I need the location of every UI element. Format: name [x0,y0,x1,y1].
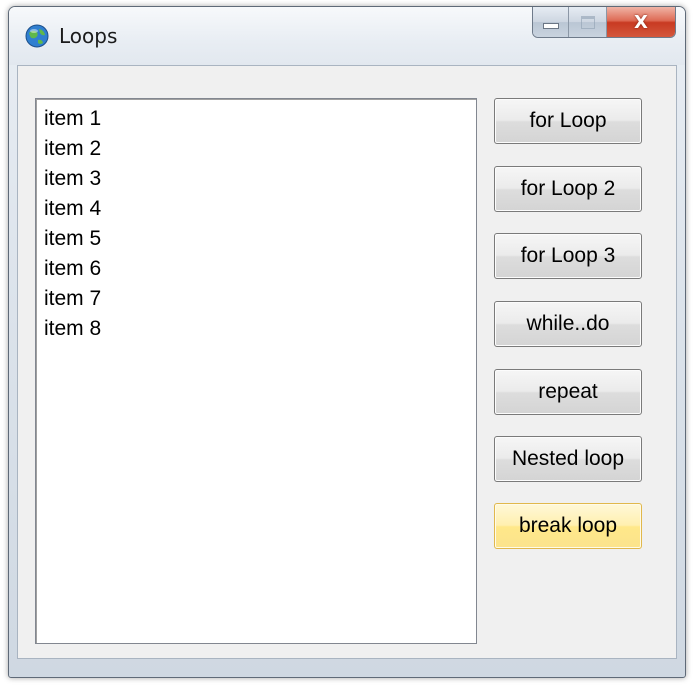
nested-loop-button[interactable]: Nested loop [494,436,642,482]
list-item[interactable]: item 5 [44,224,476,254]
client-area: item 1 item 2 item 3 item 4 item 5 item … [17,65,677,659]
list-item[interactable]: item 2 [44,134,476,164]
loops-window: Loops X item 1 item 2 item 3 item 4 item… [8,6,686,678]
list-item[interactable]: item 3 [44,164,476,194]
minimize-icon [542,23,559,29]
caption-buttons: X [532,7,676,38]
repeat-button[interactable]: repeat [494,369,642,415]
break-loop-button[interactable]: break loop [494,503,642,549]
window-title: Loops [59,24,118,48]
for-loop-button[interactable]: for Loop [494,98,642,144]
close-button[interactable]: X [607,7,675,37]
globe-app-icon [25,24,49,48]
close-icon: X [634,11,648,33]
title-bar[interactable]: Loops X [9,7,685,65]
while-do-button[interactable]: while..do [494,301,642,347]
list-item[interactable]: item 8 [44,314,476,344]
maximize-icon [580,15,595,29]
minimize-button[interactable] [533,7,569,37]
list-item[interactable]: item 6 [44,254,476,284]
for-loop-2-button[interactable]: for Loop 2 [494,166,642,212]
items-listbox[interactable]: item 1 item 2 item 3 item 4 item 5 item … [35,98,477,644]
list-item[interactable]: item 7 [44,284,476,314]
list-item[interactable]: item 4 [44,194,476,224]
maximize-button[interactable] [569,7,607,37]
list-item[interactable]: item 1 [44,104,476,134]
for-loop-3-button[interactable]: for Loop 3 [494,233,642,279]
